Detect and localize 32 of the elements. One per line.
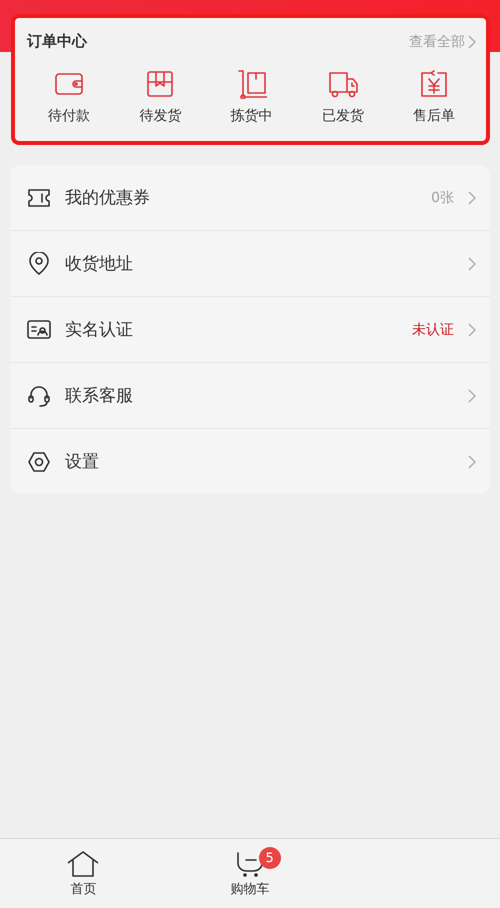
order-status-item[interactable]: 拣货中 [216, 69, 288, 125]
headset-icon [27, 384, 51, 408]
home-icon [66, 850, 100, 878]
location-pin-icon [27, 252, 51, 276]
menu-value: 0张 [431, 188, 454, 206]
order-status-item[interactable]: 待发货 [124, 69, 196, 125]
chevron-right-icon [468, 34, 476, 48]
truck-icon [328, 69, 358, 99]
hand-truck-icon [236, 69, 266, 99]
chevron-right-icon [468, 388, 476, 402]
chevron-right-icon [468, 190, 476, 204]
chevron-right-icon [468, 256, 476, 270]
settings-icon [27, 450, 51, 474]
order-status-item[interactable]: 售后单 [398, 69, 470, 125]
chevron-right-icon [468, 322, 476, 336]
cart-icon [234, 850, 265, 878]
menu-value: 未认证 [412, 320, 454, 338]
tab-item[interactable]: 购物车 5 [166, 839, 334, 908]
menu-item[interactable]: 实名认证 [65, 318, 398, 341]
count-badge: 5 [258, 847, 281, 869]
menu-item[interactable]: 设置 [65, 450, 454, 473]
order-status-item[interactable]: 待付款 [33, 69, 105, 125]
id-card-icon [27, 318, 51, 342]
yen-receipt-icon [419, 69, 449, 99]
menu-item[interactable]: 联系客服 [65, 384, 454, 407]
box-icon [145, 69, 176, 99]
order-status-item[interactable]: 已发货 [306, 69, 379, 125]
menu-item[interactable]: 我的优惠券 [65, 186, 418, 209]
chevron-right-icon [468, 454, 476, 468]
section-title: 订单中心 [27, 32, 87, 51]
menu-item[interactable]: 收货地址 [65, 252, 454, 275]
tab-item[interactable]: 首页 [0, 839, 167, 908]
